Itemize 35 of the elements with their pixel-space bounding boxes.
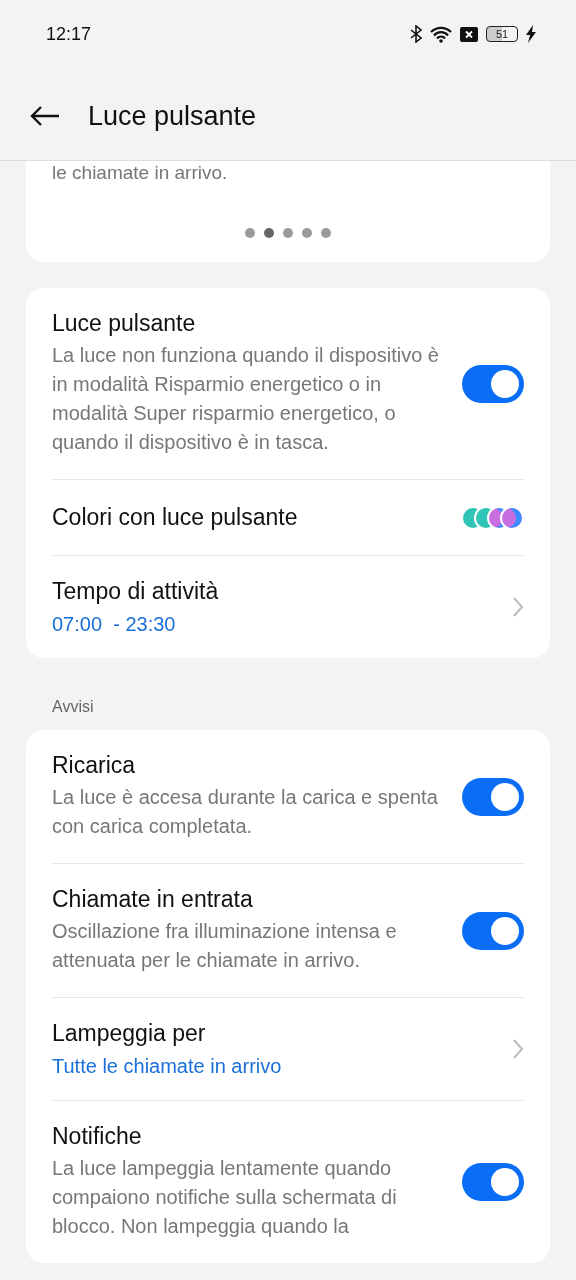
page-title: Luce pulsante [88, 100, 257, 132]
toggle-switch[interactable] [462, 777, 524, 816]
charging-icon [526, 25, 536, 43]
page-indicator-dot[interactable] [321, 228, 331, 238]
setting-title: Chiamate in entrata [52, 886, 254, 913]
chevron-right-icon [512, 596, 524, 618]
setting-title: Lampeggia per [52, 1020, 207, 1047]
section-label: Avvisi [51, 697, 95, 717]
setting-description: La luce è accesa durante la carica e spenta con carica completata. [52, 785, 439, 839]
setting-description: Oscillazione fra illuminazione intensa e attenuata per le chiamate in arrivo. [52, 919, 398, 973]
toggle-switch[interactable] [462, 364, 524, 403]
battery-level: 51 [486, 26, 518, 42]
setting-title: Colori con luce pulsante [52, 504, 299, 531]
page-indicator-dot[interactable] [264, 228, 274, 238]
page-indicator-dot[interactable] [283, 228, 293, 238]
status-time: 12:17 [46, 23, 92, 45]
chevron-right-icon [512, 1038, 524, 1060]
setting-title: Ricarica [52, 752, 137, 779]
color-swatches[interactable] [461, 505, 524, 530]
bluetooth-icon [410, 25, 422, 43]
setting-title: Tempo di attività [52, 578, 220, 605]
wifi-icon [430, 25, 452, 43]
setting-description: La luce lampeggia lentamente quando compaiono notifiche sulla schermata di blocco. Non lampeggia quando la [52, 1156, 398, 1239]
page-indicator-dot[interactable] [245, 228, 255, 238]
setting-title: Luce pulsante [52, 310, 197, 337]
back-button[interactable] [30, 106, 60, 126]
setting-value: Tutte le chiamate in arrivo [52, 1055, 283, 1078]
toggle-switch[interactable] [462, 1163, 524, 1201]
setting-value: 07:00 - 23:30 [52, 613, 177, 636]
setting-description: La luce non funziona quando il dispositivo è in modalità Risparmio energetico o in modalità Super risparmio energetico, o quando il dispositivo è in tasca. [52, 343, 440, 455]
no-sim-icon [460, 26, 478, 42]
toggle-switch[interactable] [462, 911, 524, 950]
setting-title: Notifiche [52, 1123, 143, 1150]
page-indicator-dot[interactable] [302, 228, 312, 238]
intro-text: le chiamate in arrivo. [52, 161, 229, 185]
